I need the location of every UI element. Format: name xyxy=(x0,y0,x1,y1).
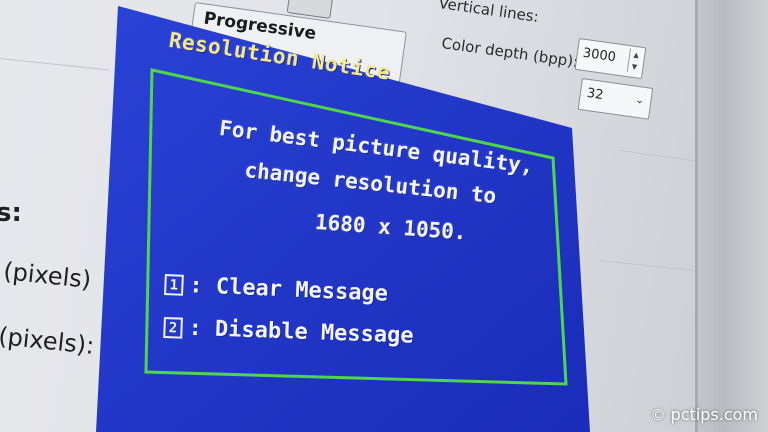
resolution-notice-osd: Resolution Notice For best picture quali… xyxy=(0,0,768,432)
watermark: © pctips.com xyxy=(651,405,758,424)
key-2-icon: 2 xyxy=(163,316,183,339)
copyright-icon: © xyxy=(650,405,666,424)
key-1-icon: 1 xyxy=(163,273,184,296)
watermark-text: pctips.com xyxy=(670,405,758,424)
